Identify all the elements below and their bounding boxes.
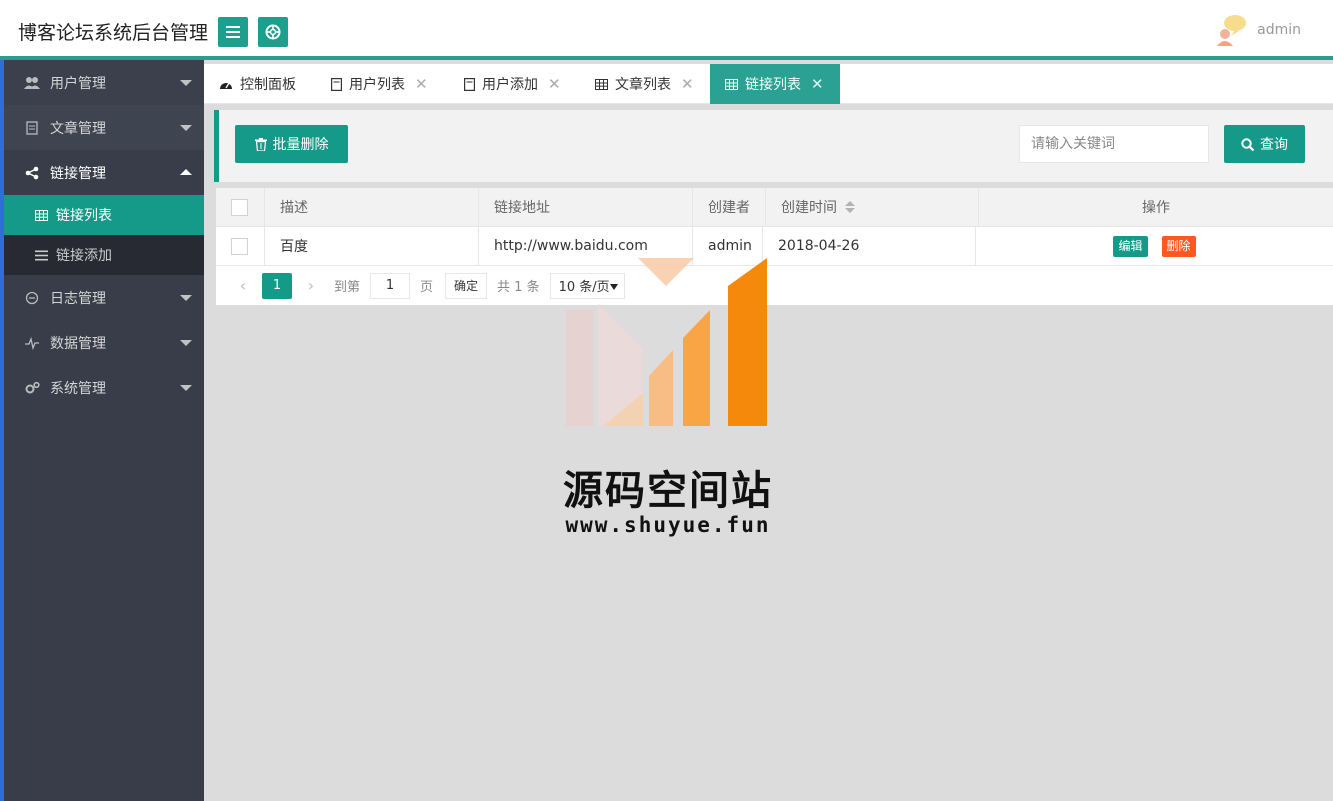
watermark-url: www.shuyue.fun (565, 513, 771, 537)
goto-page-input[interactable] (370, 272, 411, 299)
sidebar-item-label: 链接管理 (50, 165, 106, 182)
log-icon (24, 290, 40, 306)
top-header: 博客论坛系统后台管理 admin (0, 0, 1333, 60)
avatar (1213, 12, 1249, 48)
sidebar-item-link-list[interactable]: 链接列表 (4, 195, 204, 235)
chevron-down-icon (180, 80, 192, 86)
column-header: 描述 (265, 188, 479, 226)
user-menu[interactable]: admin (1213, 12, 1301, 48)
share-icon (24, 165, 40, 181)
close-icon[interactable]: ✕ (811, 75, 824, 93)
sidebar-item-label: 文章管理 (50, 120, 106, 137)
sidebar-item-label: 数据管理 (50, 335, 106, 352)
tab-label: 用户列表 (349, 77, 405, 93)
sidebar-item-label: 链接添加 (56, 248, 112, 264)
hamburger-icon (226, 26, 240, 38)
goto-label: 到第 (334, 280, 361, 295)
batch-delete-button[interactable]: 批量删除 (235, 125, 348, 163)
pulse-icon (24, 335, 40, 351)
tab-label: 链接列表 (745, 77, 801, 93)
search-input[interactable] (1019, 125, 1209, 163)
cell-created: 2018-04-26 (763, 227, 976, 265)
document-icon (331, 77, 342, 91)
users-icon (24, 75, 40, 91)
next-page-icon[interactable]: › (298, 276, 324, 295)
row-select-cell (216, 227, 265, 265)
chevron-down-icon (180, 295, 192, 301)
watermark-logo (566, 258, 767, 426)
list-icon (34, 248, 48, 262)
column-header: 操作 (1142, 200, 1170, 216)
column-header-created[interactable]: 创建时间 (766, 188, 979, 226)
chevron-down-icon (180, 340, 192, 346)
chevron-down-icon (180, 385, 192, 391)
sidebar-item-logs[interactable]: 日志管理 (4, 275, 204, 320)
select-all-checkbox[interactable] (231, 198, 248, 216)
tab-label: 用户添加 (482, 77, 538, 93)
tab-bar: 控制面板 用户列表 ✕ 用户添加 ✕ 文章列表 ✕ 链接列表 ✕ (204, 64, 1333, 104)
close-icon[interactable]: ✕ (548, 75, 561, 93)
prev-page-icon[interactable]: ‹ (230, 276, 256, 295)
sidebar-item-links[interactable]: 链接管理 (4, 150, 204, 195)
sidebar-item-system[interactable]: 系统管理 (4, 365, 204, 410)
tab-label: 文章列表 (615, 77, 671, 93)
column-header: 创建者 (693, 188, 766, 226)
table-icon (34, 208, 48, 222)
sidebar-item-data[interactable]: 数据管理 (4, 320, 204, 365)
delete-button[interactable]: 删除 (1161, 235, 1196, 257)
document-icon (464, 77, 475, 91)
current-page-button[interactable]: 1 (262, 272, 292, 299)
tab-dashboard[interactable]: 控制面板 (204, 64, 311, 104)
column-header-label: 创建时间 (781, 200, 837, 216)
lifebuoy-icon (265, 24, 281, 40)
sidebar-submenu-links: 链接列表 链接添加 (4, 195, 204, 275)
dashboard-icon (219, 78, 233, 90)
table-header: 描述 链接地址 创建者 创建时间 操作 (216, 188, 1333, 227)
document-icon (24, 120, 40, 136)
sidebar-item-link-add[interactable]: 链接添加 (4, 235, 204, 275)
tab-link-list[interactable]: 链接列表 ✕ (710, 64, 840, 104)
page-label: 页 (420, 280, 434, 295)
edit-button[interactable]: 编辑 (1113, 235, 1148, 257)
close-icon[interactable]: ✕ (681, 75, 694, 93)
tab-user-add[interactable]: 用户添加 ✕ (449, 64, 576, 104)
tab-user-list[interactable]: 用户列表 ✕ (316, 64, 443, 104)
watermark-title: 源码空间站 (563, 468, 773, 514)
sidebar-item-label: 日志管理 (50, 290, 106, 307)
trash-icon (254, 137, 267, 151)
cell-description: 百度 (265, 227, 479, 265)
tab-label: 控制面板 (240, 77, 296, 93)
search-button[interactable]: 查询 (1224, 125, 1305, 163)
refresh-button[interactable] (258, 17, 288, 47)
row-checkbox[interactable] (231, 237, 248, 255)
select-all-cell (216, 188, 265, 226)
total-count: 共 1 条 (497, 280, 540, 295)
table-icon (595, 78, 608, 90)
sidebar: 用户管理 文章管理 链接管理 链接列表 链接添加 日志管理 数据管理 系统管理 (4, 60, 204, 801)
sidebar-item-articles[interactable]: 文章管理 (4, 105, 204, 150)
username: admin (1257, 22, 1301, 38)
table-icon (725, 78, 738, 90)
search-icon (1241, 137, 1254, 151)
search-button-label: 查询 (1260, 137, 1288, 153)
chevron-down-icon (180, 125, 192, 131)
app-title: 博客论坛系统后台管理 (18, 22, 209, 44)
batch-delete-label: 批量删除 (272, 137, 329, 153)
goto-confirm-button[interactable]: 确定 (445, 272, 488, 299)
close-icon[interactable]: ✕ (415, 75, 428, 93)
gears-icon (24, 380, 40, 396)
toolbar: 批量删除 查询 (214, 110, 1333, 182)
menu-toggle-button[interactable] (218, 17, 248, 47)
sidebar-item-label: 用户管理 (50, 75, 106, 92)
column-header: 链接地址 (479, 188, 693, 226)
sidebar-item-label: 链接列表 (56, 208, 112, 224)
cell-actions: 编辑 删除 (976, 227, 1333, 265)
chevron-up-icon (180, 169, 192, 175)
watermark: 源码空间站 www.shuyue.fun (548, 258, 788, 548)
sidebar-item-label: 系统管理 (50, 380, 106, 397)
tab-article-list[interactable]: 文章列表 ✕ (580, 64, 709, 104)
sort-icon[interactable] (845, 201, 855, 213)
sidebar-item-users[interactable]: 用户管理 (4, 60, 204, 105)
